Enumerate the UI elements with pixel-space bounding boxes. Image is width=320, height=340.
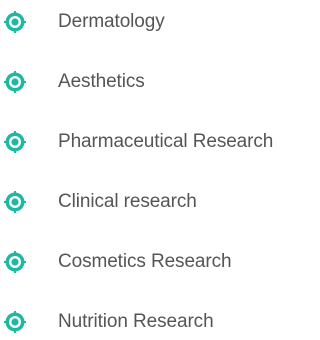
target-bullet-icon bbox=[4, 131, 26, 153]
list-item-label: Dermatology bbox=[58, 11, 165, 32]
list-item-label: Clinical research bbox=[58, 191, 197, 212]
list-item: Clinical research bbox=[0, 187, 303, 217]
list-item-label: Nutrition Research bbox=[58, 311, 214, 332]
target-bullet-icon bbox=[4, 71, 26, 93]
list-item: Aesthetics bbox=[0, 67, 303, 97]
list-item: Nutrition Research bbox=[0, 307, 303, 337]
list-item-label: Pharmaceutical Research bbox=[58, 131, 274, 152]
list-item-label: Aesthetics bbox=[58, 71, 145, 92]
list-item: Cosmetics Research bbox=[0, 247, 303, 277]
list-item-label: Cosmetics Research bbox=[58, 251, 232, 272]
list-item: Pharmaceutical Research bbox=[0, 127, 303, 157]
list-item: Dermatology bbox=[0, 7, 303, 37]
target-bullet-icon bbox=[4, 191, 26, 213]
target-bullet-icon bbox=[4, 311, 26, 333]
target-bullet-icon bbox=[4, 251, 26, 273]
target-bullet-icon bbox=[4, 11, 26, 33]
